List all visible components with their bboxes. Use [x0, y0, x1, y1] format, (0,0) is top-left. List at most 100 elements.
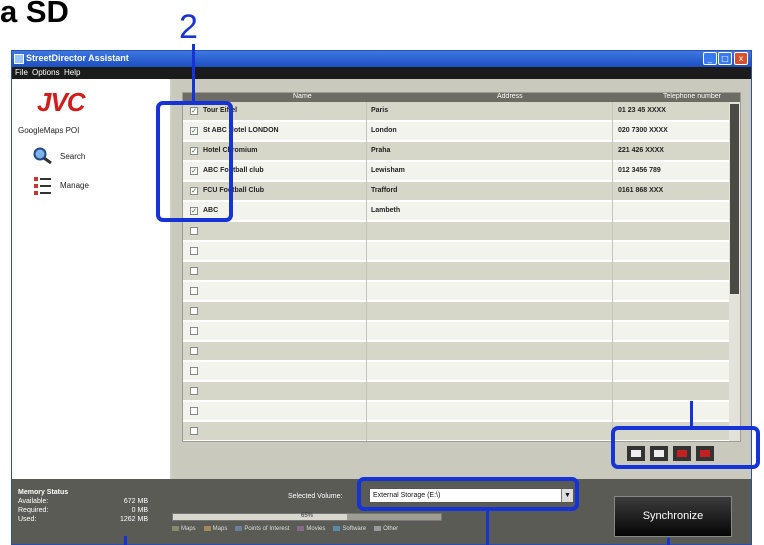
callout-highlight-volume-select	[357, 477, 579, 511]
row-checkbox[interactable]	[190, 287, 198, 295]
legend-item: Maps	[203, 526, 228, 533]
table-row[interactable]	[183, 282, 731, 301]
table-row[interactable]: ✓ ABC Lambeth	[183, 202, 731, 221]
row-checkbox[interactable]	[190, 267, 198, 275]
sidebar-title: GoogleMaps POI	[18, 126, 80, 135]
memory-required-label: Required:	[18, 507, 49, 514]
table-row[interactable]	[183, 362, 731, 381]
legend-label: Software	[342, 526, 367, 533]
memory-status-title: Memory Status	[18, 489, 69, 496]
table-row[interactable]	[183, 302, 731, 321]
cell-address: Paris	[371, 107, 389, 114]
callout-pointer-line	[690, 401, 693, 427]
legend-item: Other	[374, 526, 398, 532]
table-row[interactable]: ✓ Tour Eiffel Paris 01 23 45 XXXX	[183, 102, 731, 121]
row-checkbox[interactable]	[190, 387, 198, 395]
synchronize-button[interactable]: Synchronize	[614, 496, 732, 537]
jvc-logo: JVC	[37, 87, 86, 117]
row-checkbox[interactable]	[190, 307, 198, 315]
row-checkbox[interactable]	[190, 407, 198, 415]
scrollbar-thumb[interactable]	[730, 104, 739, 294]
memory-required-value: 0 MB	[131, 507, 148, 514]
row-checkbox[interactable]	[190, 247, 198, 255]
cell-telephone: 020 7300 XXXX	[618, 127, 668, 134]
capacity-bar: 65%	[172, 513, 442, 521]
cell-address: Trafford	[371, 187, 398, 194]
menu-help[interactable]: Help	[64, 68, 80, 77]
close-button[interactable]: x	[734, 52, 748, 65]
legend-label: Points of Interest	[244, 526, 290, 533]
title-bar: StreetDirector Assistant _ □ x	[12, 51, 751, 67]
memory-available-label: Available:	[18, 498, 49, 505]
cell-telephone: 01 23 45 XXXX	[618, 107, 666, 114]
legend-swatch	[374, 526, 382, 531]
table-header: Name Address Telephone number	[183, 93, 740, 102]
menu-options[interactable]: Options	[32, 68, 60, 77]
cell-address: London	[371, 127, 397, 134]
column-header-name[interactable]: Name	[293, 93, 312, 100]
table-scrollbar[interactable]	[729, 102, 740, 441]
minimize-button[interactable]: _	[703, 52, 717, 65]
table-row[interactable]: ✓ FCU Football Club Trafford 0161 868 XXX	[183, 182, 731, 201]
memory-used-value: 1262 MB	[119, 516, 148, 523]
sidebar-item-search[interactable]: Search	[32, 147, 85, 165]
legend-item: Maps	[172, 526, 196, 532]
callout-highlight-checkboxes	[156, 101, 233, 222]
legend-item: Points of Interest	[235, 526, 289, 532]
column-separator	[612, 102, 613, 441]
table-row[interactable]	[183, 242, 731, 261]
callout-number-top: 2	[179, 8, 198, 46]
magnifier-icon	[32, 147, 54, 165]
table-row[interactable]	[183, 382, 731, 401]
memory-available-value: 672 MB	[123, 498, 148, 505]
memory-used-label: Used:	[18, 516, 37, 523]
menu-file[interactable]: File	[15, 68, 28, 77]
table-row[interactable]	[183, 262, 731, 281]
callout-highlight-action-buttons	[611, 426, 760, 469]
table-row[interactable]: ✓ ABC Football club Lewisham 012 3456 789	[183, 162, 731, 181]
cell-address: Praha	[371, 147, 391, 154]
legend-label: Maps	[212, 526, 228, 533]
legend-item: Software	[333, 526, 366, 532]
legend-swatch	[172, 526, 179, 531]
capacity-percent: 65%	[300, 513, 313, 519]
window-title: StreetDirector Assistant	[26, 53, 129, 63]
maximize-button[interactable]: □	[718, 52, 732, 65]
callout-pointer-line	[124, 536, 127, 545]
cell-telephone: 0161 868 XXX	[618, 187, 664, 194]
table-row[interactable]	[183, 342, 731, 361]
callout-pointer-line	[667, 538, 670, 545]
memory-available: Available: 672 MB	[18, 498, 148, 505]
table-row[interactable]	[183, 322, 731, 341]
selected-volume-label: Selected Volume:	[288, 493, 343, 500]
cell-address: Lambeth	[371, 207, 401, 214]
app-window: StreetDirector Assistant _ □ x File Opti…	[11, 50, 752, 545]
table-row[interactable]	[183, 402, 731, 421]
column-header-address[interactable]: Address	[497, 93, 523, 100]
sidebar-item-manage[interactable]: Manage	[32, 176, 89, 195]
cell-telephone: 221 426 XXXX	[618, 147, 664, 154]
sidebar-item-manage-label: Manage	[60, 180, 89, 190]
table-row[interactable]: ✓ St ABC Hotel LONDON London 020 7300 XXXX	[183, 122, 731, 141]
column-header-telephone[interactable]: Telephone number	[663, 93, 721, 100]
memory-used: Used: 1262 MB	[18, 516, 148, 523]
legend-label: Movies	[306, 526, 326, 533]
table-row[interactable]	[183, 222, 731, 241]
row-checkbox[interactable]	[190, 347, 198, 355]
row-checkbox[interactable]	[190, 427, 198, 435]
app-icon	[14, 54, 24, 64]
legend-label: Maps	[181, 526, 196, 533]
legend-swatch	[333, 526, 341, 531]
row-checkbox[interactable]	[190, 367, 198, 375]
row-checkbox[interactable]	[190, 227, 198, 235]
legend-item: Movies	[297, 526, 325, 532]
legend-swatch	[235, 526, 243, 531]
list-icon	[32, 176, 54, 195]
cell-telephone: 012 3456 789	[618, 167, 661, 174]
table-row[interactable]: ✓ Hotel Chromium Praha 221 426 XXXX	[183, 142, 731, 161]
row-checkbox[interactable]	[190, 327, 198, 335]
doc-heading: a SD	[0, 0, 69, 29]
callout-pointer-line	[192, 44, 195, 102]
column-separator	[366, 102, 367, 441]
sidebar: JVC GoogleMaps POI Search Manage	[12, 79, 170, 479]
